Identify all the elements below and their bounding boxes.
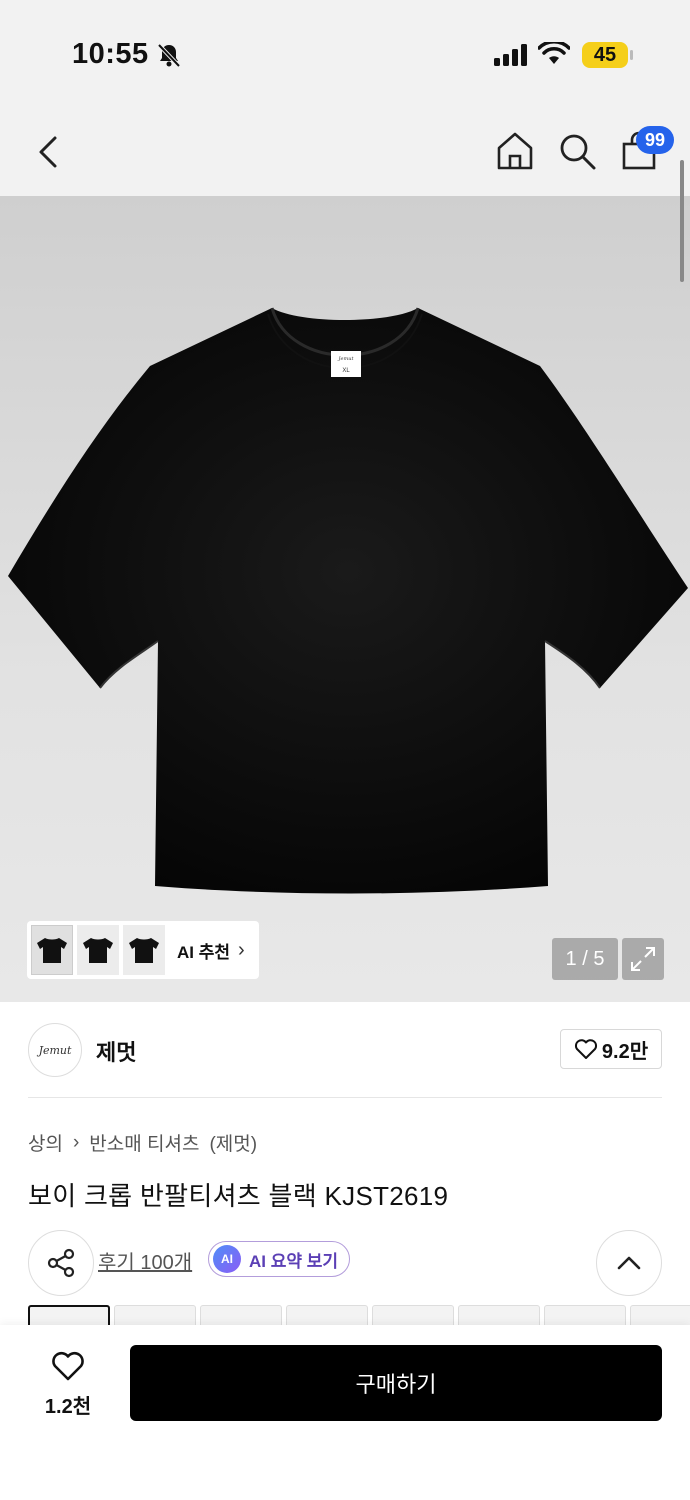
cart-count-badge: 99 xyxy=(636,126,674,154)
breadcrumb-category[interactable]: 상의 xyxy=(28,1129,63,1156)
product-title: 보이 크롭 반팔티셔츠 블랙 KJST2619 xyxy=(28,1181,449,1211)
search-icon[interactable] xyxy=(556,130,598,172)
status-bar: 10:55 45 xyxy=(0,0,690,110)
image-page-counter: 1 / 5 xyxy=(552,938,618,980)
battery-nub xyxy=(630,50,633,60)
shirt-tag-size: XL xyxy=(342,368,350,374)
wifi-icon xyxy=(538,42,570,64)
battery-indicator: 45 xyxy=(582,42,628,68)
color-swatch[interactable] xyxy=(372,1305,454,1325)
reviews-link[interactable]: 후기 100개 xyxy=(98,1246,192,1275)
ai-badge: AI xyxy=(213,1245,241,1273)
cellular-signal-icon xyxy=(494,44,527,66)
expand-icon xyxy=(631,947,655,971)
color-swatch[interactable] xyxy=(630,1305,690,1325)
status-time: 10:55 xyxy=(72,38,149,70)
tshirt-image: Jemut XL xyxy=(8,307,688,894)
chevron-right-icon: › xyxy=(72,1131,80,1153)
brand-logo[interactable]: Jemut xyxy=(28,1023,82,1077)
top-nav xyxy=(0,110,690,196)
scroll-to-top-button[interactable] xyxy=(596,1230,662,1296)
share-button[interactable] xyxy=(28,1230,94,1296)
buy-button[interactable]: 구매하기 xyxy=(130,1345,662,1421)
expand-image-button[interactable] xyxy=(622,938,664,980)
ai-summary-button[interactable]: AI AI 요약 보기 xyxy=(208,1241,350,1277)
bell-off-icon xyxy=(157,43,181,68)
page-scroll-indicator[interactable] xyxy=(680,160,684,282)
ai-recommend-label: AI 추천 xyxy=(177,942,231,962)
color-swatch-strip xyxy=(28,1305,690,1325)
color-swatch[interactable] xyxy=(458,1305,540,1325)
back-icon[interactable] xyxy=(30,132,70,172)
share-icon xyxy=(47,1248,75,1278)
product-image[interactable]: Jemut XL xyxy=(0,196,690,1002)
divider xyxy=(28,1097,662,1098)
breadcrumb-brand[interactable]: (제멋) xyxy=(209,1129,257,1156)
home-icon[interactable] xyxy=(494,130,536,172)
breadcrumb-sub-category[interactable]: 반소매 티셔츠 xyxy=(89,1129,199,1156)
chevron-right-icon: › xyxy=(238,938,245,961)
ai-recommend-button[interactable]: AI 추천 › xyxy=(27,921,259,979)
heart-icon[interactable] xyxy=(50,1350,86,1382)
ai-summary-label: AI 요약 보기 xyxy=(249,1251,339,1271)
brand-name[interactable]: 제멋 xyxy=(96,1035,136,1067)
color-swatch[interactable] xyxy=(28,1305,110,1325)
brand-like-button[interactable]: 9.2만 xyxy=(560,1029,662,1069)
heart-icon xyxy=(574,1039,597,1059)
color-swatch[interactable] xyxy=(286,1305,368,1325)
ai-recommend-thumb xyxy=(123,925,165,975)
shirt-tag-brand: Jemut xyxy=(338,356,355,362)
color-swatch[interactable] xyxy=(200,1305,282,1325)
brand-like-count: 9.2만 xyxy=(601,1040,649,1063)
ai-recommend-thumb xyxy=(31,925,73,975)
breadcrumb: 상의 › 반소매 티셔츠 (제멋) xyxy=(28,1129,257,1156)
wish-count: 1.2천 xyxy=(44,1396,92,1418)
color-swatch[interactable] xyxy=(114,1305,196,1325)
ai-recommend-thumb xyxy=(77,925,119,975)
color-swatch[interactable] xyxy=(544,1305,626,1325)
chevron-up-icon xyxy=(617,1256,641,1270)
